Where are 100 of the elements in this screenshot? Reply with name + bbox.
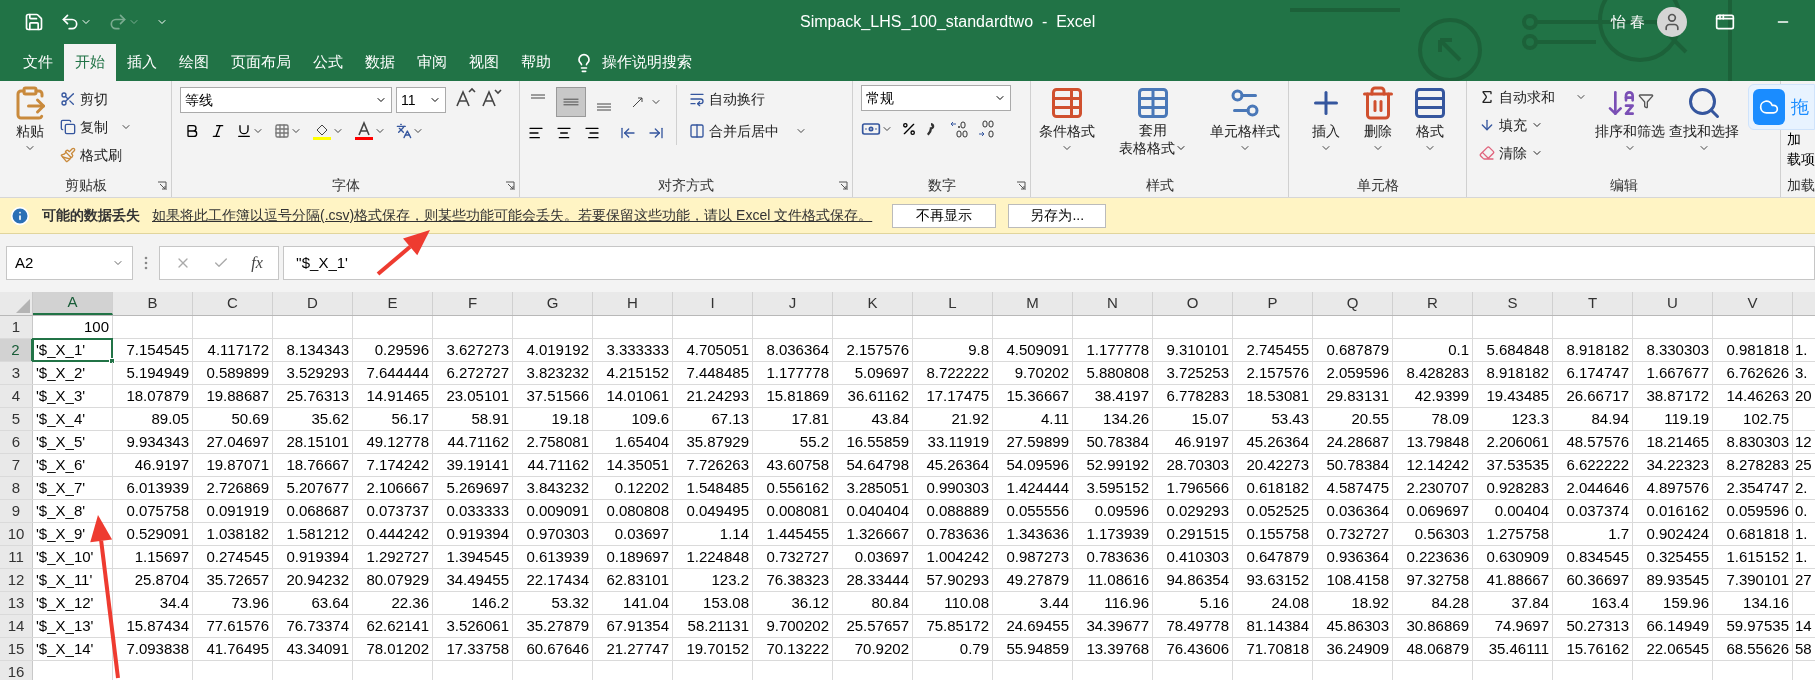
bold-icon[interactable] bbox=[184, 123, 200, 139]
message-button[interactable]: 不再显示 bbox=[892, 203, 997, 228]
row-header[interactable]: 5 bbox=[0, 408, 33, 430]
row-header[interactable]: 4 bbox=[0, 385, 33, 407]
cut-button[interactable]: 剪切 bbox=[56, 85, 132, 113]
font-color-icon[interactable] bbox=[354, 121, 374, 141]
column-header[interactable]: T bbox=[1553, 292, 1633, 315]
comma-style-icon[interactable] bbox=[925, 121, 937, 137]
dialog-launcher-icon[interactable] bbox=[157, 181, 167, 191]
column-header[interactable]: S bbox=[1473, 292, 1553, 315]
row-header[interactable]: 1 bbox=[0, 316, 33, 338]
ribbon-tab[interactable]: 数据 bbox=[354, 44, 406, 81]
fill-button[interactable]: 填充 bbox=[1475, 111, 1587, 139]
ribbon-tab[interactable]: 审阅 bbox=[406, 44, 458, 81]
ribbon-tab[interactable]: 页面布局 bbox=[220, 44, 302, 81]
clear-button[interactable]: 清除 bbox=[1475, 139, 1587, 167]
column-header[interactable]: R bbox=[1393, 292, 1473, 315]
column-header[interactable]: B bbox=[113, 292, 193, 315]
row-header[interactable]: 9 bbox=[0, 500, 33, 522]
column-header[interactable]: H bbox=[593, 292, 673, 315]
cell-styles-button[interactable]: 单元格样式 bbox=[1210, 85, 1280, 157]
row-header[interactable]: 16 bbox=[0, 661, 33, 680]
column-header[interactable]: F bbox=[433, 292, 513, 315]
increase-indent-icon[interactable] bbox=[648, 125, 664, 141]
font-size-field[interactable]: 11 bbox=[396, 87, 446, 113]
font-name-field[interactable]: 等线 bbox=[180, 87, 392, 113]
delete-cells-button[interactable]: 删除 bbox=[1359, 85, 1396, 154]
ribbon-tab[interactable]: 文件 bbox=[12, 44, 64, 81]
ribbon-tab[interactable]: 插入 bbox=[116, 44, 168, 81]
dialog-launcher-icon[interactable] bbox=[1016, 181, 1026, 191]
column-header[interactable]: J bbox=[753, 292, 833, 315]
row-header[interactable]: 14 bbox=[0, 615, 33, 637]
align-center-icon[interactable] bbox=[556, 125, 572, 141]
grow-font-icon[interactable] bbox=[454, 87, 476, 109]
wrap-text-button[interactable]: 自动换行 bbox=[685, 85, 807, 113]
column-header[interactable]: V bbox=[1713, 292, 1793, 315]
column-header[interactable]: U bbox=[1633, 292, 1713, 315]
column-header[interactable]: P bbox=[1233, 292, 1313, 315]
column-header[interactable]: C bbox=[193, 292, 273, 315]
column-header[interactable]: L bbox=[913, 292, 993, 315]
name-box[interactable]: A2 bbox=[6, 246, 133, 280]
row-header[interactable]: 7 bbox=[0, 454, 33, 476]
column-header[interactable]: M bbox=[993, 292, 1073, 315]
undo-icon[interactable] bbox=[60, 12, 80, 32]
formula-field[interactable]: ''$_X_1' bbox=[283, 246, 1815, 280]
ribbon-tab[interactable]: 公式 bbox=[302, 44, 354, 81]
percent-icon[interactable] bbox=[901, 121, 917, 137]
message-link[interactable]: 如果将此工作簿以逗号分隔(.csv)格式保存，则某些功能可能会丢失。若要保留这些功能，请以 Excel 文件格式保存。 bbox=[152, 205, 873, 226]
column-header[interactable]: G bbox=[513, 292, 593, 315]
number-format-field[interactable]: 常规 bbox=[861, 85, 1011, 111]
ribbon-display-icon[interactable] bbox=[1715, 12, 1735, 32]
paste-button[interactable]: 粘贴 bbox=[8, 85, 52, 154]
find-select-button[interactable]: 查找和选择 bbox=[1669, 85, 1739, 154]
underline-icon[interactable] bbox=[236, 123, 252, 139]
dialog-launcher-icon[interactable] bbox=[838, 181, 848, 191]
align-right-icon[interactable] bbox=[584, 125, 600, 141]
sort-filter-button[interactable]: 排序和筛选 bbox=[1595, 85, 1665, 154]
dialog-launcher-icon[interactable] bbox=[505, 181, 515, 191]
decrease-indent-icon[interactable] bbox=[620, 125, 636, 141]
save-icon[interactable] bbox=[24, 12, 44, 32]
format-cells-button[interactable]: 格式 bbox=[1411, 85, 1448, 154]
italic-icon[interactable] bbox=[210, 123, 226, 139]
row-header[interactable]: 10 bbox=[0, 523, 33, 545]
format-as-table-button[interactable]: 套用 表格格式 bbox=[1118, 85, 1187, 157]
row-header[interactable]: 12 bbox=[0, 569, 33, 591]
align-left-icon[interactable] bbox=[528, 125, 544, 141]
column-header[interactable]: O bbox=[1153, 292, 1233, 315]
row-header[interactable]: 8 bbox=[0, 477, 33, 499]
row-header[interactable]: 15 bbox=[0, 638, 33, 660]
row-header[interactable]: 6 bbox=[0, 431, 33, 453]
column-header[interactable]: N bbox=[1073, 292, 1153, 315]
decrease-decimal-icon[interactable] bbox=[977, 119, 997, 139]
column-header[interactable]: K bbox=[833, 292, 913, 315]
format-painter-button[interactable]: 格式刷 bbox=[56, 141, 132, 169]
ribbon-tab[interactable]: 帮助 bbox=[510, 44, 562, 81]
column-header[interactable]: Q bbox=[1313, 292, 1393, 315]
message-button[interactable]: 另存为... bbox=[1008, 203, 1107, 228]
insert-function-button[interactable]: fx bbox=[251, 251, 263, 275]
conditional-formatting-button[interactable]: 条件格式 bbox=[1039, 85, 1095, 157]
borders-icon[interactable] bbox=[274, 123, 290, 139]
insert-cells-button[interactable]: 插入 bbox=[1307, 85, 1344, 154]
row-header[interactable]: 2 bbox=[0, 339, 33, 361]
row-header[interactable]: 3 bbox=[0, 362, 33, 384]
column-header[interactable]: D bbox=[273, 292, 353, 315]
tell-me-search[interactable]: 操作说明搜索 bbox=[602, 51, 692, 74]
phonetic-icon[interactable] bbox=[396, 123, 412, 139]
merge-center-button[interactable]: 合并后居中 bbox=[685, 117, 783, 145]
autosum-button[interactable]: 自动求和 bbox=[1475, 83, 1559, 111]
column-header[interactable]: I bbox=[673, 292, 753, 315]
copy-button[interactable]: 复制 bbox=[56, 113, 112, 141]
align-middle-icon[interactable] bbox=[556, 87, 586, 117]
increase-decimal-icon[interactable] bbox=[949, 119, 969, 139]
ribbon-tab[interactable]: 绘图 bbox=[168, 44, 220, 81]
ribbon-tab[interactable]: 视图 bbox=[458, 44, 510, 81]
row-header[interactable]: 13 bbox=[0, 592, 33, 614]
avatar-icon[interactable] bbox=[1657, 7, 1687, 37]
column-header[interactable]: E bbox=[353, 292, 433, 315]
row-header[interactable]: 11 bbox=[0, 546, 33, 568]
column-header[interactable]: A bbox=[33, 292, 113, 315]
shrink-font-icon[interactable] bbox=[480, 87, 502, 109]
